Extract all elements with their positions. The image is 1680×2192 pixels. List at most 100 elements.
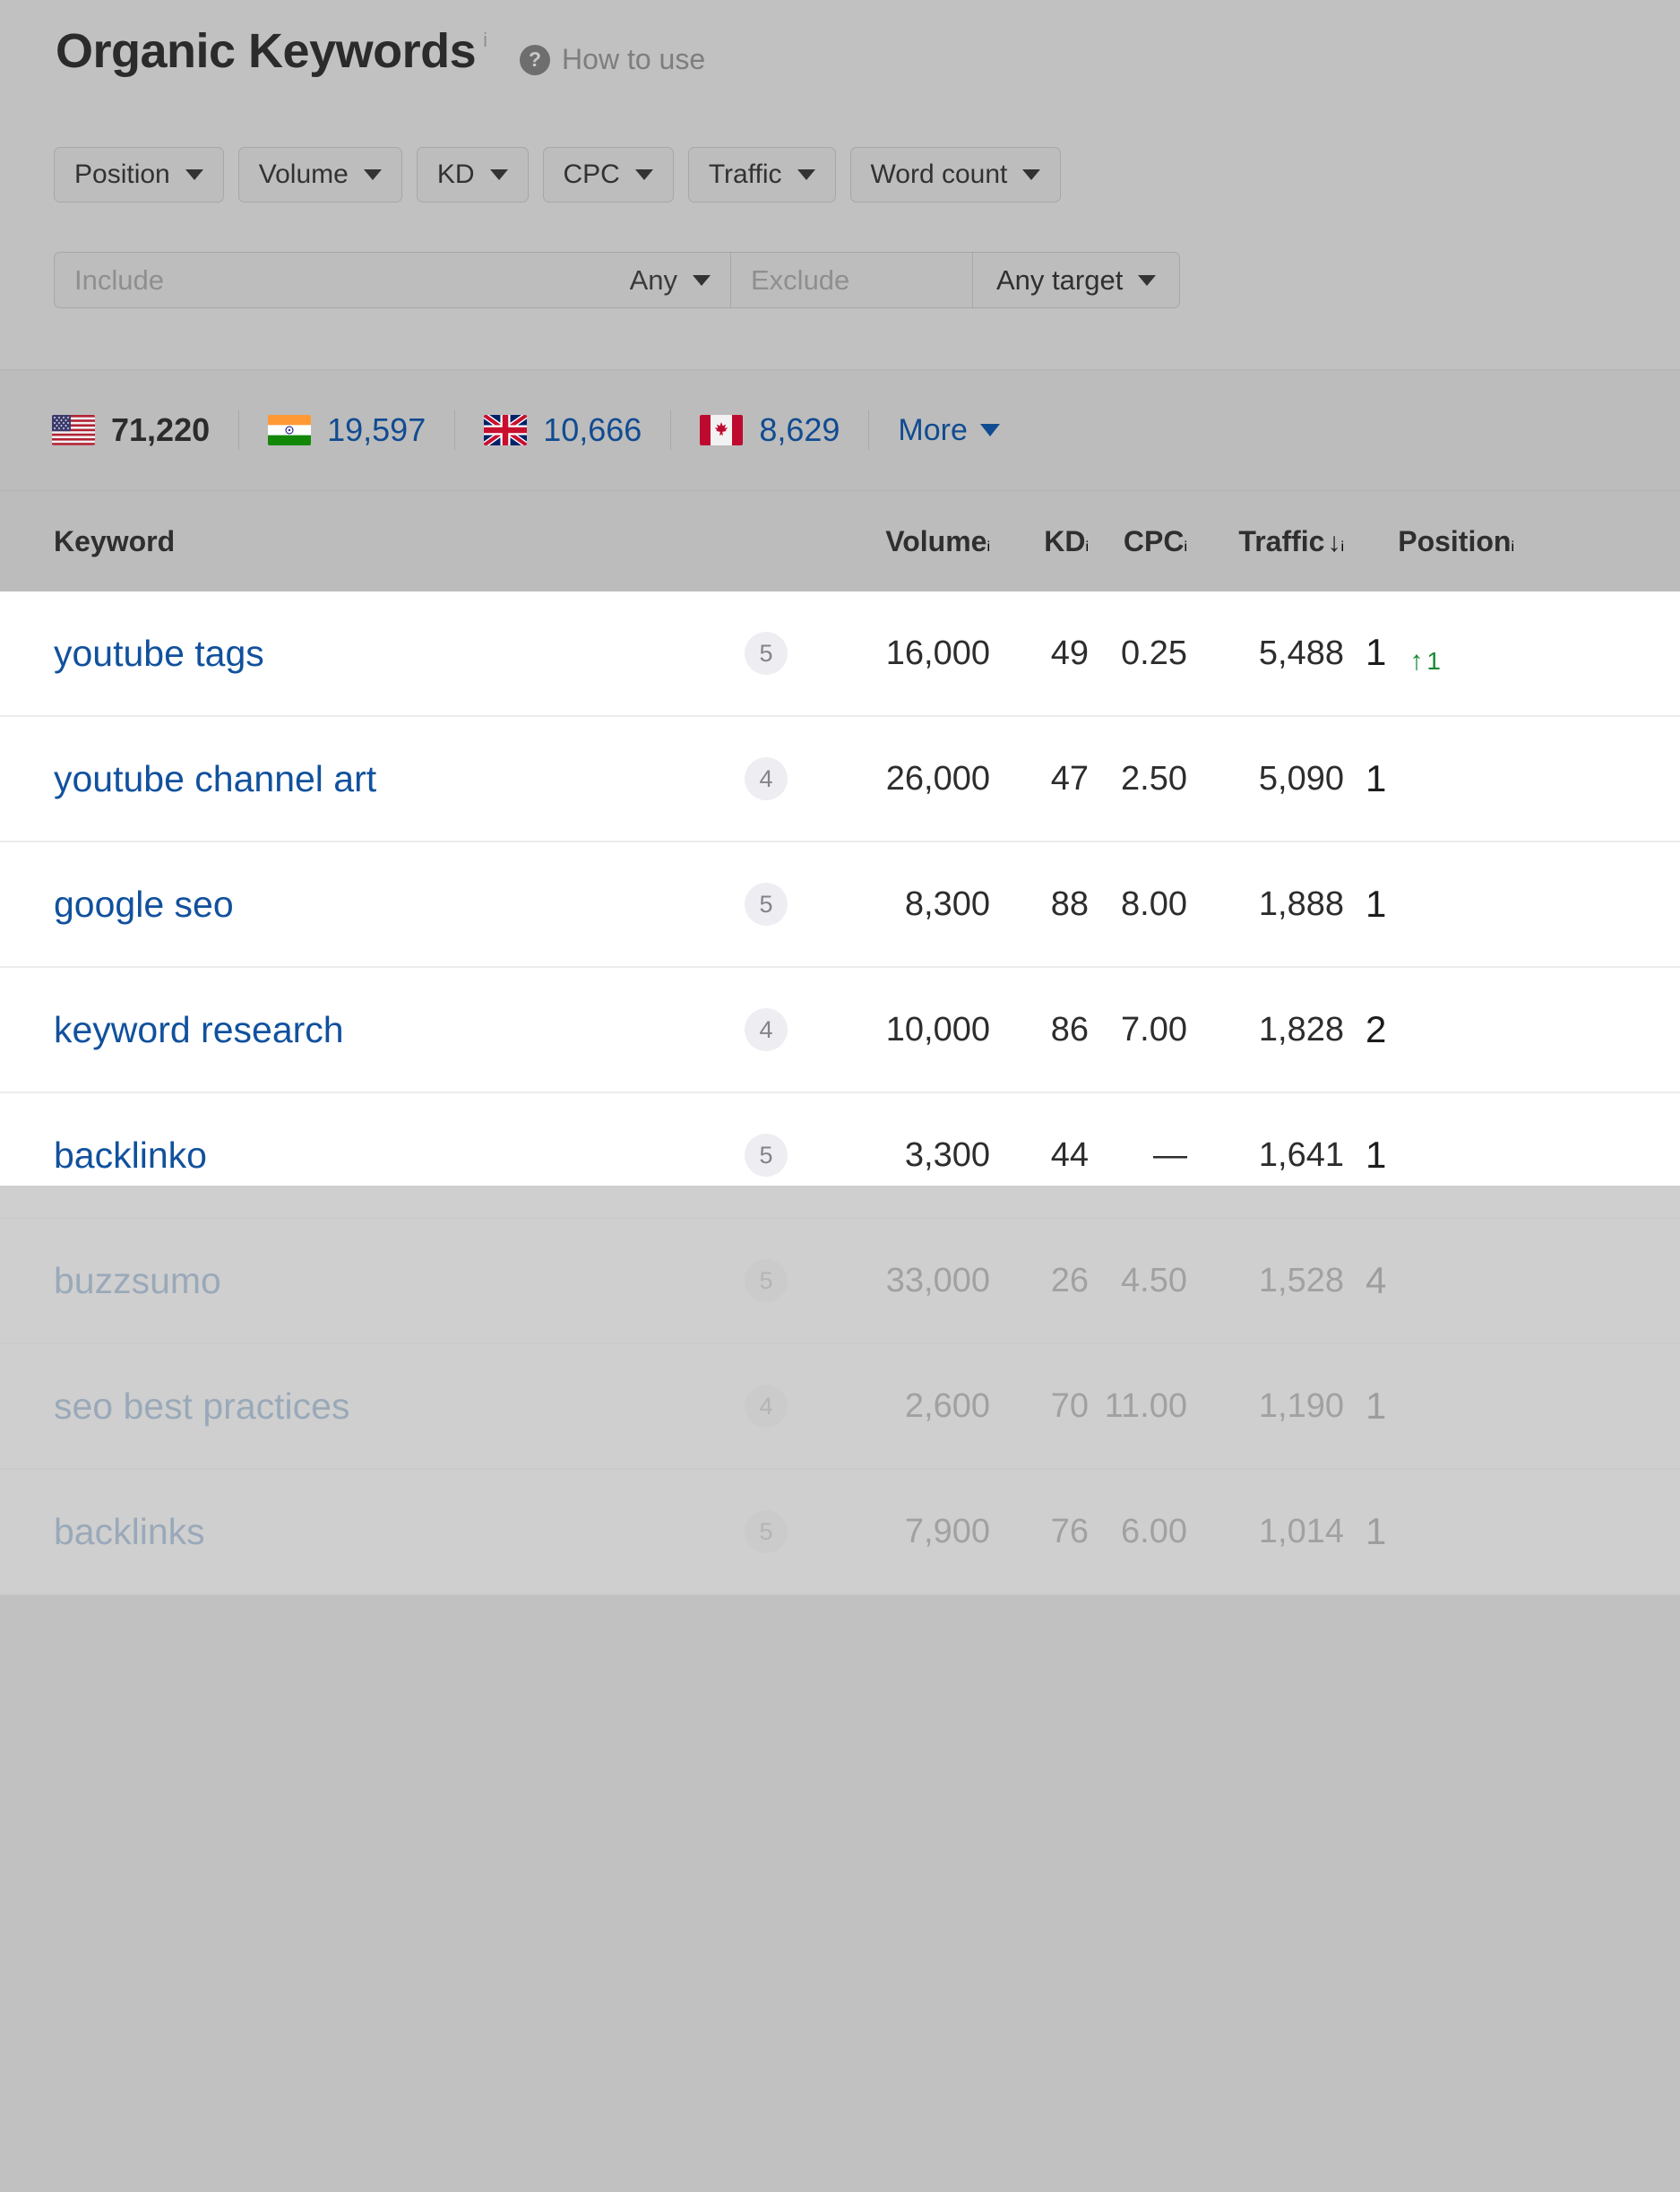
keyword-link[interactable]: backlinko [54, 1135, 207, 1176]
cell-position: 4 [1366, 1259, 1387, 1301]
country-count-india: 19,597 [327, 411, 426, 448]
cell-position: 1 [1366, 1510, 1387, 1552]
more-countries-dropdown[interactable]: More [898, 412, 1000, 448]
chevron-down-icon [979, 424, 1000, 436]
filter-chip-label: Word count [870, 160, 1008, 189]
serp-feature-badge[interactable]: 5 [745, 632, 788, 675]
serp-feature-badge[interactable]: 5 [745, 883, 788, 926]
serp-feature-badge[interactable]: 5 [745, 1510, 788, 1553]
cell-traffic: 5,090 [1258, 759, 1344, 798]
include-field-group[interactable]: Include Any [55, 253, 731, 307]
keyword-link[interactable]: youtube channel art [54, 758, 376, 799]
country-count-uk: 10,666 [543, 411, 642, 448]
filter-chip-volume[interactable]: Volume [237, 147, 402, 203]
keyword-link[interactable]: seo best practices [54, 1385, 349, 1427]
divider [670, 410, 672, 450]
keyword-link[interactable]: keyword research [54, 1009, 344, 1050]
exclude-input[interactable]: Exclude [751, 264, 849, 297]
table-row[interactable]: seo best practices 4 2,600 70 11.00 1,19… [0, 1344, 1680, 1470]
filter-chip-row: Position Volume KD CPC Traffic Word coun… [54, 147, 1062, 203]
table-row[interactable]: backlinko 5 3,300 44 — 1,641 1 [0, 1093, 1680, 1219]
cell-kd: 49 [1050, 634, 1089, 672]
chevron-down-icon [797, 169, 815, 180]
question-mark-icon: ? [520, 44, 551, 75]
chevron-down-icon [363, 169, 382, 180]
table-header-row: Keyword Volumei KDi CPCi Traffic ↓i Posit… [0, 491, 1680, 591]
country-filter-uk[interactable]: 10,666 [484, 411, 642, 449]
table-row[interactable]: google seo 5 8,300 88 8.00 1,888 1 [0, 842, 1680, 968]
country-filter-india[interactable]: 19,597 [268, 411, 426, 449]
keyword-link[interactable]: backlinks [54, 1511, 205, 1552]
filter-chip-label: Position [74, 160, 170, 189]
arrow-up-icon: ↑ [1409, 645, 1424, 676]
column-header-traffic[interactable]: Traffic ↓i [1187, 525, 1344, 558]
serp-feature-badge[interactable]: 4 [745, 1008, 788, 1051]
cell-volume: 7,900 [904, 1512, 990, 1550]
sort-descending-icon: ↓ [1327, 527, 1341, 557]
organic-keywords-panel: Organic Keywords i ? How to use Position… [0, 0, 1680, 369]
cell-cpc: 6.00 [1121, 1512, 1187, 1550]
serp-feature-badge[interactable]: 5 [745, 1134, 788, 1177]
include-exclude-row: Include Any Exclude Any target [54, 252, 1181, 308]
keyword-link[interactable]: youtube tags [54, 633, 264, 674]
cell-position: 2 [1366, 1008, 1387, 1050]
cell-cpc: 4.50 [1121, 1261, 1187, 1299]
cell-traffic: 1,888 [1258, 885, 1344, 923]
column-header-kd[interactable]: KDi [990, 525, 1089, 558]
cell-kd: 86 [1050, 1010, 1089, 1049]
serp-feature-badge[interactable]: 4 [745, 1385, 788, 1428]
title-row: Organic Keywords i ? How to use [56, 27, 705, 76]
country-filter-canada[interactable]: 8,629 [700, 411, 840, 449]
serp-feature-badge[interactable]: 4 [745, 757, 788, 800]
cell-traffic: 1,528 [1258, 1261, 1344, 1299]
cell-cpc: 11.00 [1104, 1386, 1187, 1425]
uk-flag-icon [484, 415, 528, 445]
cell-volume: 3,300 [904, 1135, 990, 1174]
filter-chip-word-count[interactable]: Word count [849, 147, 1062, 203]
cell-kd: 44 [1050, 1135, 1089, 1174]
filter-chip-kd[interactable]: KD [416, 147, 529, 203]
country-filter-us[interactable]: 71,220 [52, 411, 210, 449]
divider [868, 410, 870, 450]
table-row[interactable]: keyword research 4 10,000 86 7.00 1,828 … [0, 968, 1680, 1093]
country-filter-bar: 71,220 19,597 10,666 8,629 More [0, 369, 1680, 491]
keywords-table: Keyword Volumei KDi CPCi Traffic ↓i Posit… [0, 491, 1680, 2192]
table-row[interactable]: youtube channel art 4 26,000 47 2.50 5,0… [0, 717, 1680, 842]
column-header-keyword[interactable]: Keyword [0, 525, 712, 558]
info-icon[interactable]: i [1511, 539, 1514, 555]
canada-flag-icon [700, 415, 744, 445]
title-info-icon[interactable]: i [483, 29, 487, 52]
filter-chip-label: KD [436, 160, 475, 189]
target-dropdown-label: Any target [996, 263, 1124, 296]
table-row[interactable]: youtube tags 5 16,000 49 0.25 5,488 1 ↑ 1 [0, 591, 1680, 717]
cell-traffic: 1,190 [1258, 1386, 1344, 1425]
column-header-cpc[interactable]: CPCi [1089, 525, 1187, 558]
target-dropdown[interactable]: Any target [973, 253, 1179, 307]
include-input[interactable]: Include [74, 264, 164, 297]
cell-position: 1 [1366, 883, 1387, 925]
cell-cpc: — [1153, 1135, 1187, 1174]
cell-kd: 70 [1050, 1386, 1089, 1425]
cell-volume: 8,300 [904, 885, 990, 923]
keyword-link[interactable]: buzzsumo [54, 1260, 221, 1301]
filter-chip-traffic[interactable]: Traffic [687, 147, 836, 203]
chevron-down-icon [634, 169, 653, 180]
exclude-field-group[interactable]: Exclude [731, 253, 973, 307]
more-countries-label: More [898, 412, 968, 447]
keyword-link[interactable]: google seo [54, 884, 234, 925]
india-flag-icon [268, 415, 312, 445]
filter-chip-cpc[interactable]: CPC [542, 147, 674, 203]
include-match-mode-dropdown[interactable]: Any [630, 264, 711, 297]
filter-chip-position[interactable]: Position [54, 147, 224, 203]
table-row[interactable]: backlinks 5 7,900 76 6.00 1,014 1 [0, 1470, 1680, 1595]
cell-traffic: 1,014 [1258, 1512, 1344, 1550]
cell-volume: 26,000 [885, 759, 990, 798]
column-header-volume[interactable]: Volumei [820, 525, 990, 558]
cell-volume: 10,000 [885, 1010, 990, 1049]
serp-feature-badge[interactable]: 5 [745, 1259, 788, 1302]
column-header-position[interactable]: Positioni [1344, 525, 1514, 558]
chevron-down-icon [693, 274, 711, 286]
cell-cpc: 2.50 [1121, 759, 1187, 798]
how-to-use-link[interactable]: ? How to use [520, 43, 705, 76]
table-row[interactable]: buzzsumo 5 33,000 26 4.50 1,528 4 [0, 1219, 1680, 1344]
